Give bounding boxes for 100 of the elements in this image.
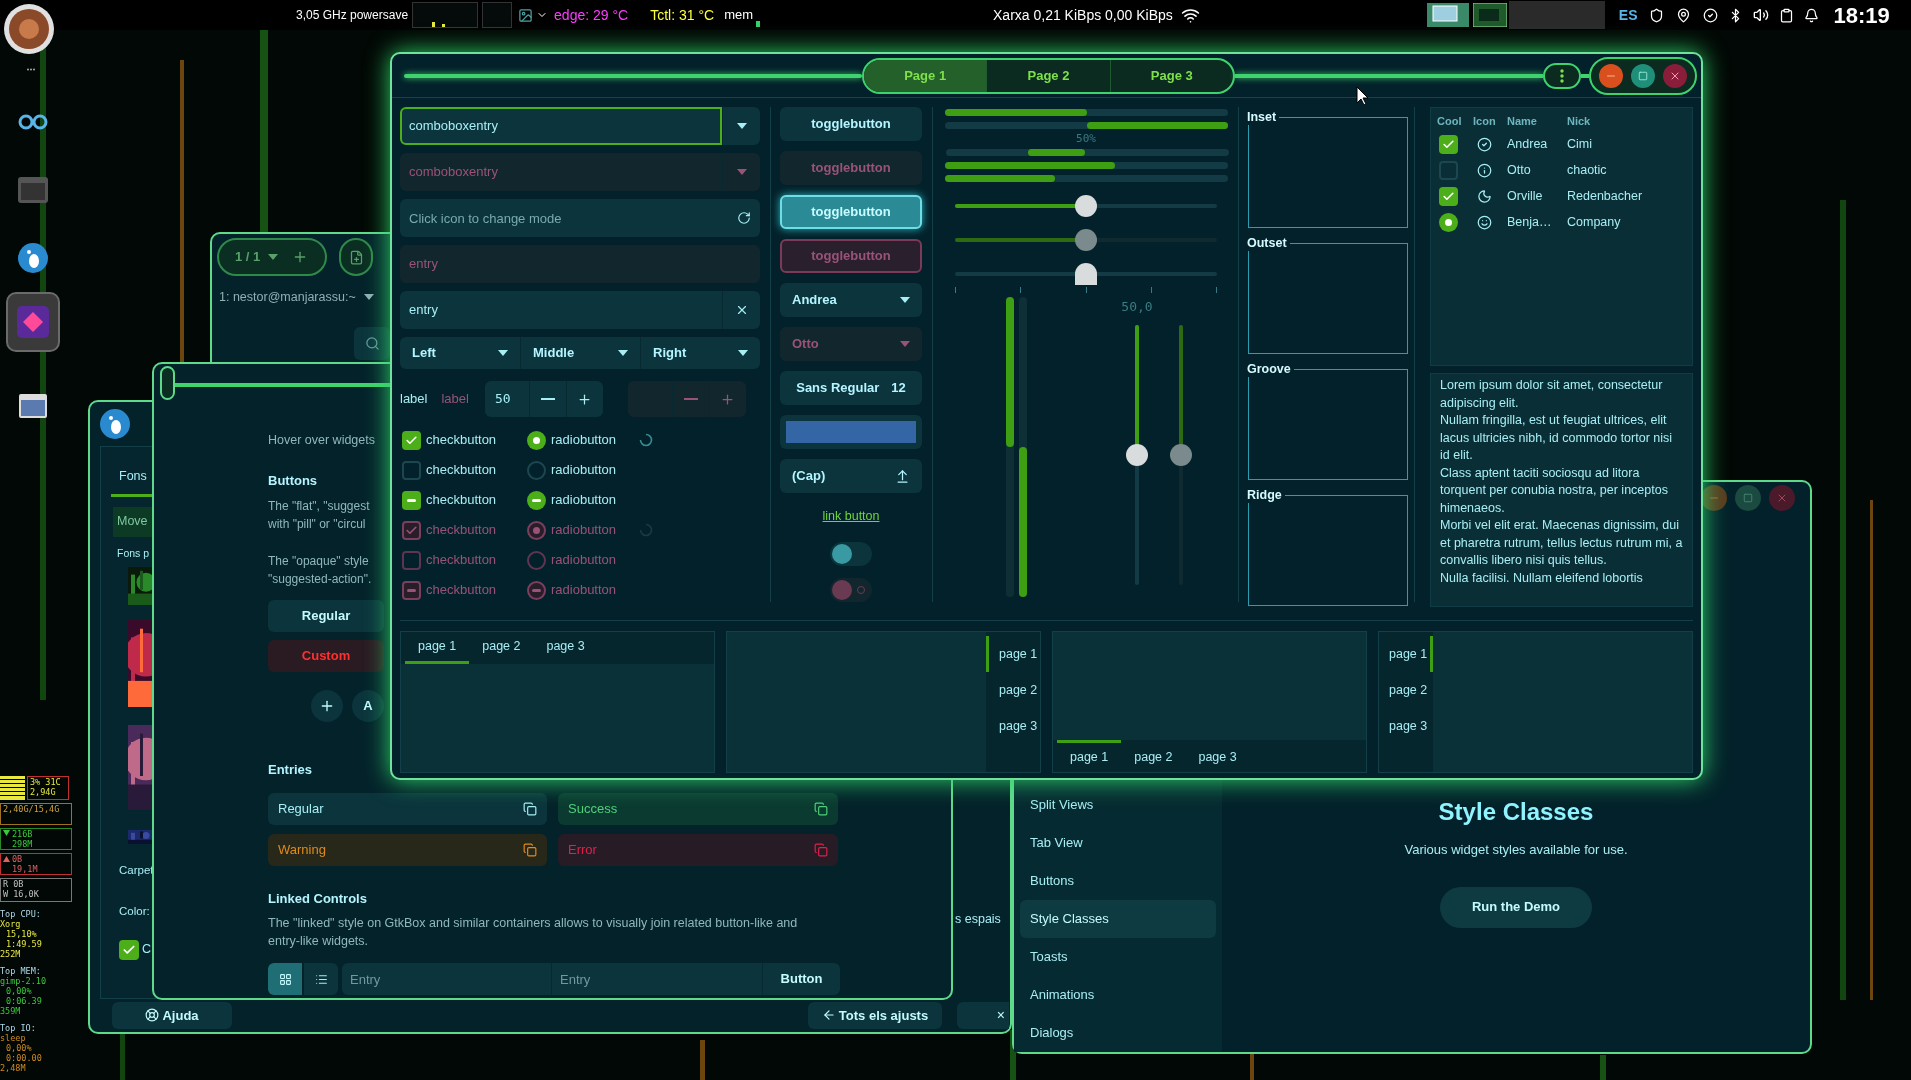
location-icon[interactable]: [1676, 7, 1692, 23]
terminal-tab[interactable]: 1: nestor@manjarassu:~: [219, 288, 356, 307]
sidebar-item[interactable]: Dialogs: [1020, 1014, 1216, 1052]
column-header[interactable]: Nick: [1567, 112, 1686, 130]
footprint-icon[interactable]: [18, 243, 48, 273]
keyboard-layout[interactable]: ES: [1618, 4, 1638, 26]
menu-button[interactable]: [1543, 62, 1581, 89]
notebook-tab[interactable]: page 1: [986, 636, 1040, 672]
add-button[interactable]: [311, 690, 343, 722]
search-button[interactable]: [354, 327, 390, 360]
shield-icon[interactable]: [1649, 7, 1665, 23]
switch[interactable]: [830, 541, 872, 566]
checkbox[interactable]: [1439, 134, 1458, 154]
close-button[interactable]: ×: [957, 1001, 1009, 1029]
run-demo-button[interactable]: Run the Demo: [1439, 886, 1593, 928]
view-toggle[interactable]: [268, 963, 302, 995]
avatar[interactable]: [4, 4, 54, 54]
slider[interactable]: [955, 263, 1217, 295]
notebook-tab[interactable]: page 3: [1185, 740, 1250, 772]
combo-button[interactable]: Andrea: [780, 283, 922, 317]
sidebar-item[interactable]: Style Classes: [1020, 900, 1216, 938]
entry-field[interactable]: Warning: [268, 834, 547, 866]
radio-button[interactable]: [527, 430, 546, 450]
font-button[interactable]: Sans Regular 12: [780, 371, 922, 405]
sidebar-item[interactable]: Toasts: [1020, 938, 1216, 976]
view-toggle[interactable]: [304, 963, 338, 995]
dropdown-button[interactable]: [722, 107, 760, 145]
checkbox[interactable]: [1439, 186, 1458, 206]
picture-icon[interactable]: [518, 7, 534, 23]
button[interactable]: Regular: [268, 600, 384, 632]
checkbox[interactable]: [1439, 160, 1458, 180]
sidebar-item[interactable]: Split Views: [1020, 786, 1216, 824]
toggle-button[interactable]: togglebutton: [780, 107, 922, 141]
process-value: 0:00.00: [5, 1053, 43, 1063]
column-header[interactable]: Cool: [1437, 112, 1473, 130]
dropdown-button[interactable]: Left: [400, 337, 520, 369]
entry-field[interactable]: Success: [558, 793, 838, 825]
notebook-tab[interactable]: page 3: [533, 632, 598, 664]
copy-icon[interactable]: [523, 843, 537, 857]
button[interactable]: Button: [762, 963, 840, 995]
new-tab-button[interactable]: [339, 238, 373, 276]
clear-button[interactable]: [722, 291, 760, 329]
dropdown-button[interactable]: Right: [640, 337, 760, 369]
file-button[interactable]: (Cap): [780, 459, 922, 493]
minimize-button[interactable]: [1701, 484, 1727, 511]
color-button[interactable]: [780, 415, 922, 449]
button[interactable]: Custom: [268, 640, 384, 672]
notebook-tab[interactable]: page 2: [986, 672, 1040, 708]
checkbox[interactable]: [402, 490, 421, 510]
entry-field[interactable]: Regular: [268, 793, 547, 825]
tab[interactable]: Page 3: [1109, 59, 1233, 92]
entry-field[interactable]: Entry: [552, 963, 762, 995]
notebook-tab[interactable]: page 3: [986, 708, 1040, 744]
dropdown-button[interactable]: Middle: [520, 337, 640, 369]
copy-icon[interactable]: [523, 802, 537, 816]
list-item[interactable]: Move: [113, 506, 153, 537]
check-circle-icon[interactable]: [1703, 7, 1719, 23]
slider[interactable]: [955, 195, 1217, 217]
column-header[interactable]: Icon: [1473, 112, 1507, 130]
checkbox[interactable]: [119, 939, 139, 960]
combo-field[interactable]: comboboxentry: [400, 107, 722, 145]
minimize-button[interactable]: [1599, 63, 1623, 88]
sidebar-item[interactable]: Animations: [1020, 976, 1216, 1014]
slider-thumb[interactable]: [1126, 444, 1148, 466]
toggle-button[interactable]: togglebutton: [780, 195, 922, 229]
window-thumbnail-icon[interactable]: [1472, 3, 1507, 27]
notebook-tab[interactable]: page 2: [1379, 672, 1433, 708]
entry-field[interactable]: Entry: [342, 963, 552, 995]
sidebar-item[interactable]: Tab View: [1020, 824, 1216, 862]
refresh-icon[interactable]: [737, 211, 751, 225]
radio-button[interactable]: [1439, 212, 1458, 232]
notebook-tab[interactable]: page 2: [1121, 740, 1186, 772]
link[interactable]: link button: [822, 507, 880, 526]
help-button[interactable]: Ajuda: [112, 1001, 232, 1029]
maximize-button[interactable]: [1631, 63, 1655, 88]
radio-button[interactable]: [527, 490, 546, 510]
volume-icon[interactable]: [1753, 7, 1770, 23]
tab[interactable]: Page 1: [864, 59, 987, 92]
sidebar-item[interactable]: Buttons: [1020, 862, 1216, 900]
notebook-tab[interactable]: page 3: [1379, 708, 1433, 744]
clipboard-icon[interactable]: [1779, 7, 1795, 23]
radio-button[interactable]: [527, 460, 546, 480]
column-header[interactable]: Name: [1507, 112, 1567, 130]
window-thumbnail-icon[interactable]: [1426, 3, 1469, 27]
tab[interactable]: Page 2: [986, 59, 1110, 92]
copy-icon[interactable]: [814, 802, 828, 816]
entry-field[interactable]: Error: [558, 834, 838, 866]
checkbox[interactable]: [402, 430, 421, 450]
notebook-tab[interactable]: page 2: [469, 632, 534, 664]
circular-button[interactable]: A: [352, 690, 384, 722]
text-field[interactable]: Click icon to change mode: [400, 199, 760, 237]
window-icon[interactable]: [19, 394, 47, 418]
checkbox[interactable]: [402, 460, 421, 480]
slider-thumb[interactable]: [1075, 195, 1097, 217]
close-button[interactable]: [1663, 63, 1687, 88]
slider-thumb[interactable]: [1075, 263, 1097, 285]
notification-icon[interactable]: [1804, 7, 1820, 23]
notebook-tab[interactable]: page 1: [1057, 740, 1122, 772]
entry-field[interactable]: entry: [400, 291, 722, 329]
back-button[interactable]: Tots els ajusts: [808, 1001, 942, 1029]
